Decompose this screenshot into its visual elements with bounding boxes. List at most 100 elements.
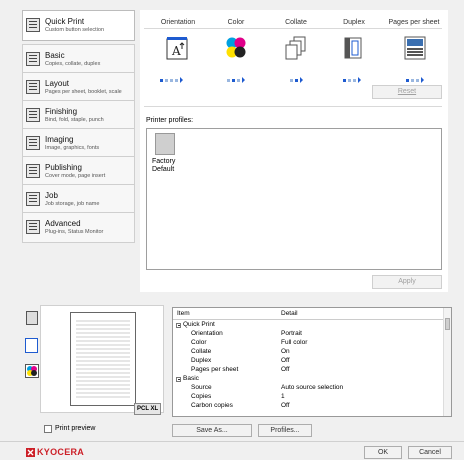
duplex-option-indicator[interactable] <box>343 77 377 84</box>
page-preview <box>70 312 136 406</box>
nav-item-subtitle: Plug-ins, Status Monitor <box>45 229 104 235</box>
row-item: Pages per sheet <box>191 366 239 373</box>
nav-item-subtitle: Pages per sheet, booklet, scale <box>45 89 122 95</box>
nav-item-publishing[interactable]: Publishing Cover mode, page insert <box>22 156 135 187</box>
settings-summary-table: Item Detail Quick Print Orientation Port… <box>172 307 452 417</box>
finishing-icon <box>26 108 40 122</box>
column-duplex: Duplex <box>343 19 365 26</box>
printer-view-icon[interactable] <box>26 311 38 325</box>
row-detail: Off <box>281 402 290 409</box>
row-detail: Off <box>281 357 290 364</box>
table-row[interactable]: Color Full color <box>173 339 445 348</box>
nav-item-quick-print[interactable]: Quick Print Custom button selection <box>22 10 135 41</box>
cancel-button[interactable]: Cancel <box>408 446 452 459</box>
row-item: Quick Print <box>183 321 215 328</box>
nav-item-title: Finishing <box>45 107 78 116</box>
row-item: Orientation <box>191 330 223 337</box>
portrait-orientation-icon[interactable]: A <box>166 36 188 60</box>
nav-item-subtitle: Bind, fold, staple, punch <box>45 117 104 123</box>
nav-item-job[interactable]: Job Job storage, job name <box>22 184 135 215</box>
printer-profiles-list[interactable]: Factory Default <box>146 128 442 270</box>
table-row[interactable]: Pages per sheet Off <box>173 366 445 375</box>
collate-option-indicator[interactable] <box>290 77 324 84</box>
column-orientation: Orientation <box>160 19 196 26</box>
page-lines <box>76 320 130 398</box>
table-row[interactable]: Copies 1 <box>173 393 445 402</box>
table-scrollbar[interactable] <box>443 308 451 416</box>
nav-item-title: Publishing <box>45 163 82 172</box>
section-divider <box>144 106 442 107</box>
collapse-icon[interactable] <box>176 323 181 328</box>
duplex-icon[interactable] <box>343 36 365 60</box>
nav-item-title: Layout <box>45 79 70 88</box>
row-item: Carbon copies <box>191 402 233 409</box>
nav-item-title: Imaging <box>45 135 74 144</box>
column-header-detail: Detail <box>281 310 298 317</box>
quick-print-panel: Orientation Color Collate Duplex Pages p… <box>140 10 448 292</box>
publishing-icon <box>26 164 40 178</box>
advanced-icon <box>26 220 40 234</box>
table-row[interactable]: Orientation Portrait <box>173 330 445 339</box>
nav-item-subtitle: Image, graphics, fonts <box>45 145 100 151</box>
row-item: Basic <box>183 375 199 382</box>
nav-item-subtitle: Copies, collate, duplex <box>45 61 101 67</box>
nav-item-basic[interactable]: Basic Copies, collate, duplex <box>22 44 135 75</box>
pdl-badge: PCL XL <box>134 403 162 415</box>
print-preview-checkbox[interactable] <box>44 425 52 433</box>
nav-item-title: Job <box>45 191 58 200</box>
row-detail: Full color <box>281 339 308 346</box>
printer-profiles-label: Printer profiles: <box>146 117 194 124</box>
nav-item-advanced[interactable]: Advanced Plug-ins, Status Monitor <box>22 212 135 243</box>
profile-name[interactable]: Factory Default <box>152 158 182 174</box>
imaging-icon <box>26 136 40 150</box>
layout-icon <box>26 80 40 94</box>
nav-item-title: Quick Print <box>45 17 85 26</box>
color-option-indicator[interactable] <box>227 77 261 84</box>
nav-item-subtitle: Custom button selection <box>45 27 105 33</box>
pages-per-sheet-icon[interactable] <box>404 36 426 60</box>
row-item: Collate <box>191 348 212 355</box>
profiles-button[interactable]: Profiles... <box>258 424 312 437</box>
row-item: Source <box>191 384 212 391</box>
table-row[interactable]: Basic <box>173 375 445 384</box>
full-color-icon[interactable] <box>225 36 247 60</box>
print-preview-label: Print preview <box>55 425 96 432</box>
save-as-button[interactable]: Save As... <box>172 424 252 437</box>
collapse-icon[interactable] <box>176 377 181 382</box>
reset-button[interactable]: Reset <box>372 85 442 99</box>
apply-button[interactable]: Apply <box>372 275 442 289</box>
column-header-item: Item <box>177 310 190 317</box>
brand-name: KYOCERA <box>37 447 85 457</box>
row-detail: 1 <box>281 393 285 400</box>
row-detail: Off <box>281 366 290 373</box>
page-view-icon[interactable] <box>25 338 38 353</box>
table-row[interactable]: Carbon copies Off <box>173 402 445 411</box>
job-icon <box>26 192 40 206</box>
nav-item-subtitle: Cover mode, page insert <box>45 173 106 179</box>
row-detail: On <box>281 348 290 355</box>
table-row[interactable]: Source Auto source selection <box>173 384 445 393</box>
collate-icon[interactable] <box>285 36 307 60</box>
svg-text:A: A <box>171 44 181 58</box>
table-row[interactable]: Quick Print <box>173 321 445 330</box>
row-item: Duplex <box>191 357 212 364</box>
pages-per-sheet-option-indicator[interactable] <box>406 77 440 84</box>
row-item: Copies <box>191 393 212 400</box>
scrollbar-thumb[interactable] <box>445 318 450 330</box>
nav-item-title: Basic <box>45 51 65 60</box>
table-row[interactable]: Collate On <box>173 348 445 357</box>
orientation-option-indicator[interactable] <box>160 77 194 84</box>
nav-item-title: Advanced <box>45 219 81 228</box>
ok-button[interactable]: OK <box>364 446 402 459</box>
category-nav: Quick Print Custom button selection Basi… <box>22 10 135 292</box>
table-row[interactable]: Duplex Off <box>173 357 445 366</box>
factory-default-profile-icon[interactable] <box>155 133 175 155</box>
column-pages-per-sheet: Pages per sheet <box>388 19 440 26</box>
basic-icon <box>26 52 40 66</box>
nav-item-finishing[interactable]: Finishing Bind, fold, staple, punch <box>22 100 135 131</box>
row-item: Color <box>191 339 207 346</box>
nav-item-imaging[interactable]: Imaging Image, graphics, fonts <box>22 128 135 159</box>
nav-item-layout[interactable]: Layout Pages per sheet, booklet, scale <box>22 72 135 103</box>
color-view-icon[interactable] <box>25 364 39 378</box>
row-detail: Auto source selection <box>281 384 344 391</box>
